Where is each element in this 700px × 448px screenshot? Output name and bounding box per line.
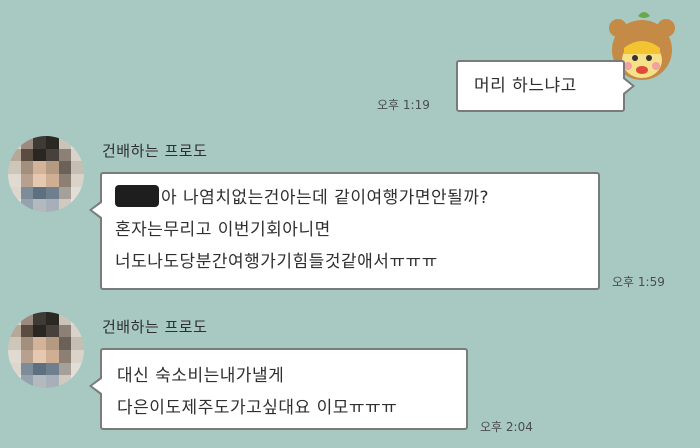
message-line-text: 아 나염치없는건아는데 같이여행가면안될까? — [161, 188, 489, 208]
sender-avatar[interactable] — [8, 312, 84, 388]
incoming-message-bubble[interactable]: 대신 숙소비는내가낼게 다은이도제주도가고싶대요 이모ㅠㅠㅠ — [89, 348, 468, 430]
message-line: 혼자는무리고 이번기회아니면 — [115, 220, 331, 240]
outgoing-message-text: 머리 하느냐고 — [474, 76, 577, 96]
sender-avatar[interactable] — [8, 136, 84, 212]
message-line: 아 나염치없는건아는데 같이여행가면안될까? — [115, 182, 598, 214]
incoming-message-bubble[interactable]: 아 나염치없는건아는데 같이여행가면안될까? 혼자는무리고 이번기회아니면 너도… — [89, 172, 600, 290]
outgoing-message-bubble[interactable]: 머리 하느냐고 — [456, 60, 635, 112]
outgoing-message-time: 오후 1:19 — [377, 98, 430, 112]
sender-name: 건배하는 프로도 — [102, 318, 208, 336]
incoming-message-time: 오후 2:04 — [480, 420, 533, 434]
message-line: 너도나도당분간여행가기힘들것같애서ㅠㅠㅠ — [115, 252, 438, 272]
redacted-name-block — [115, 185, 159, 207]
sender-name: 건배하는 프로도 — [102, 142, 208, 160]
incoming-message-time: 오후 1:59 — [612, 275, 665, 289]
message-line: 다은이도제주도가고싶대요 이모ㅠㅠㅠ — [117, 398, 398, 418]
message-line: 대신 숙소비는내가낼게 — [117, 366, 285, 386]
